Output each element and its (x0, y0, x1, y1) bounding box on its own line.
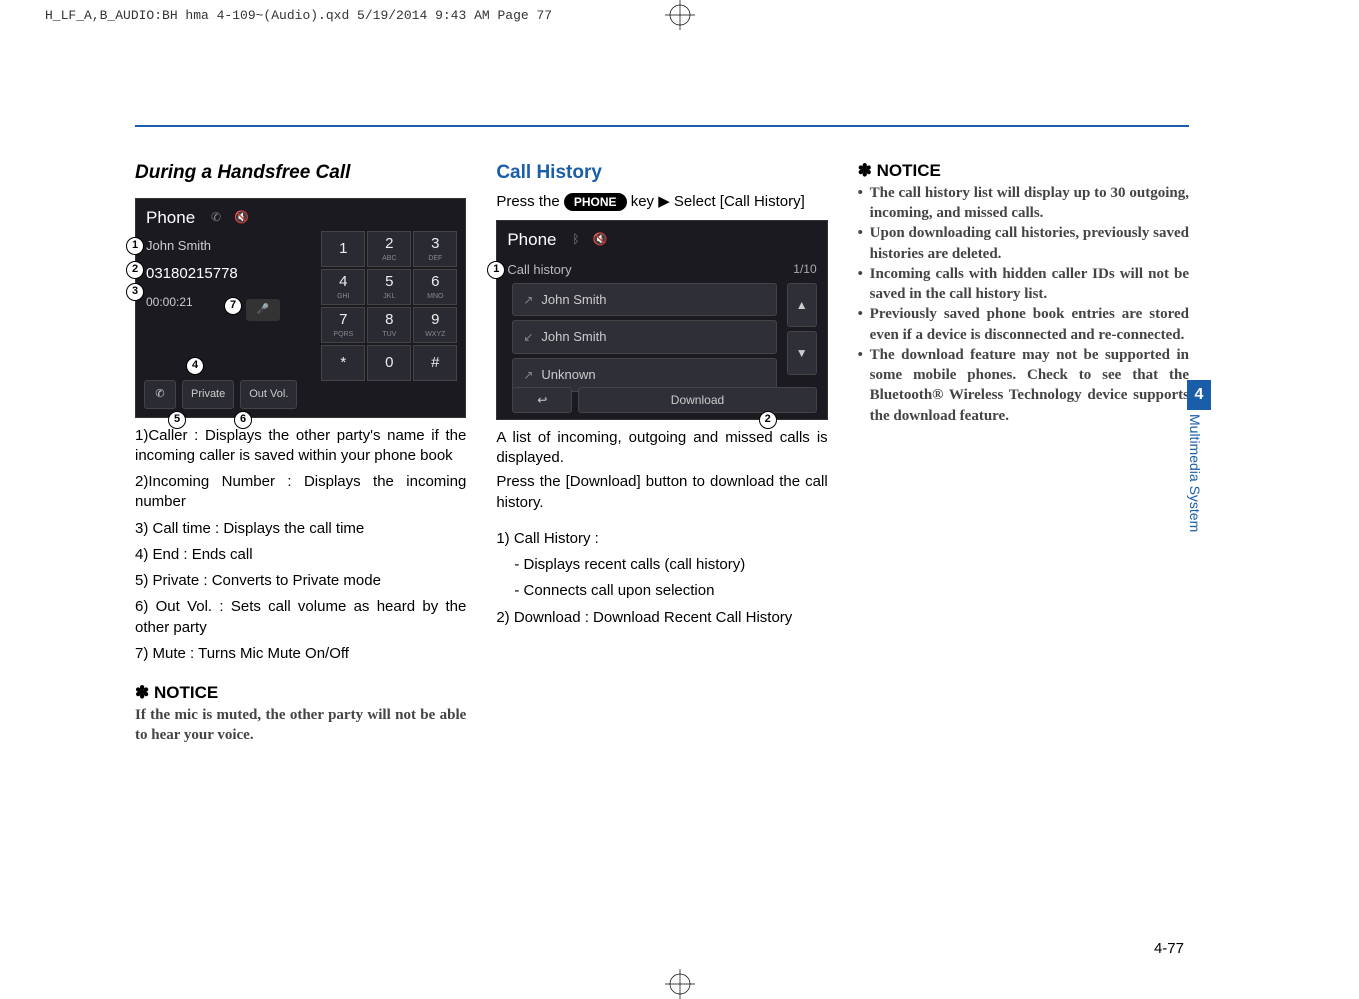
notice-bullet: • Previously saved phone book entries ar… (858, 304, 1189, 345)
call-history-list: ↗John Smith ↙John Smith ↗Unknown (512, 283, 776, 396)
notice-bullet: •The call history list will display up t… (858, 183, 1189, 224)
callout-ch-1: 1 (487, 261, 505, 279)
notice-bullet: •Incoming calls with hidden caller IDs w… (858, 264, 1189, 305)
call-direction-icon: ↗ (523, 367, 533, 383)
phone-icons-row: ✆ 🔇 (211, 209, 249, 225)
key-star: * (321, 345, 365, 381)
call-history-heading: Call History (496, 160, 827, 186)
call-history-count: 1/10 (793, 261, 816, 277)
item-mute: 7) Mute : Turns Mic Mute On/Off (135, 644, 466, 664)
notice-body-1: If the mic is muted, the other party wil… (135, 705, 466, 746)
call-direction-icon: ↙ (523, 329, 533, 345)
callout-7: 7 (224, 297, 242, 315)
p-list-displayed: A list of incoming, outgoing and missed … (496, 428, 827, 469)
handsfree-heading: During a Handsfree Call (135, 160, 466, 186)
item-private: 5) Private : Converts to Private mode (135, 571, 466, 591)
ch-item-1a: - Displays recent calls (call history) (496, 555, 827, 575)
ch-item-1: 1) Call History : (496, 529, 827, 549)
mute-icon-2: 🔇 (593, 232, 608, 246)
column-3: NOTICE •The call history list will displ… (858, 160, 1189, 746)
callout-1: 1 (126, 237, 144, 255)
key-7: 7PQRS (321, 307, 365, 343)
back-button: ↩ (512, 387, 572, 413)
key-3: 3DEF (413, 231, 457, 267)
intro-pre: Press the (496, 193, 564, 210)
key-0: 0 (367, 345, 411, 381)
key-1: 1 (321, 231, 365, 267)
registration-mark-top-icon (665, 0, 695, 30)
key-2: 2ABC (367, 231, 411, 267)
section-tab: 4 Multimedia System (1187, 380, 1211, 580)
print-header: H_LF_A,B_AUDIO:BH hma 4-109~(Audio).qxd … (45, 8, 552, 23)
call-history-intro: Press the PHONE key ▶ Select [Call Histo… (496, 192, 827, 212)
call-history-row: ↙John Smith (512, 320, 776, 354)
phone-key-badge: PHONE (564, 193, 627, 211)
scroll-up-icon: ▲ (787, 283, 817, 327)
section-tab-number: 4 (1187, 380, 1211, 410)
incoming-number-label: 03180215778 (146, 264, 238, 284)
ch-item-2: 2) Download : Download Recent Call Histo… (496, 608, 827, 628)
key-6: 6MNO (413, 269, 457, 305)
caller-name-label: John Smith (146, 237, 238, 255)
column-1: During a Handsfree Call Phone ✆ 🔇 John S… (135, 160, 466, 746)
call-history-row: ↗John Smith (512, 283, 776, 317)
phone-title-label-2: Phone (507, 229, 556, 252)
phone-title-label: Phone (146, 207, 195, 230)
p-press-download: Press the [Download] button to download … (496, 472, 827, 513)
callout-2: 2 (126, 261, 144, 279)
item-end: 4) End : Ends call (135, 545, 466, 565)
notice-heading-2: NOTICE (858, 160, 1189, 183)
callout-3: 3 (126, 283, 144, 301)
mute-icon: 🔇 (234, 210, 249, 224)
out-vol-button: Out Vol. (240, 380, 297, 409)
phone-icons-row-2: ᛒ 🔇 (572, 231, 608, 247)
page-number: 4-77 (1154, 940, 1184, 957)
notice-bullet: •Upon downloading call histories, previo… (858, 223, 1189, 264)
callout-6: 6 (234, 411, 252, 429)
top-rule (135, 125, 1189, 127)
phone-handset-icon: ✆ (211, 210, 221, 224)
private-button: Private (182, 380, 234, 409)
page-content: During a Handsfree Call Phone ✆ 🔇 John S… (135, 160, 1189, 746)
intro-post: key ▶ Select [Call History] (631, 193, 805, 210)
notice-bullet: •The download feature may not be support… (858, 345, 1189, 426)
call-history-screenshot: Phone ᛒ 🔇 Call history 1/10 ↗John Smith … (496, 220, 827, 420)
callout-ch-2: 2 (759, 411, 777, 429)
scroll-down-icon: ▼ (787, 331, 817, 375)
column-2: Call History Press the PHONE key ▶ Selec… (496, 160, 827, 746)
item-out-vol: 6) Out Vol. : Sets call volume as heard … (135, 597, 466, 638)
notice-heading-1: NOTICE (135, 682, 466, 705)
key-hash: # (413, 345, 457, 381)
callout-5: 5 (168, 411, 186, 429)
handsfree-call-screenshot: Phone ✆ 🔇 John Smith 03180215778 00:00:2… (135, 198, 466, 418)
key-8: 8TUV (367, 307, 411, 343)
ch-item-1b: - Connects call upon selection (496, 581, 827, 601)
item-incoming-number: 2)Incoming Number : Displays the incomin… (135, 472, 466, 513)
key-4: 4GHI (321, 269, 365, 305)
item-caller: 1)Caller : Displays the other party's na… (135, 426, 466, 467)
call-history-subtitle: Call history (507, 261, 571, 279)
key-5: 5JKL (367, 269, 411, 305)
mute-toggle-icon: 🎤 (246, 299, 280, 321)
call-direction-icon: ↗ (523, 292, 533, 308)
registration-mark-bottom-icon (665, 969, 695, 999)
download-button: Download (578, 387, 816, 413)
keypad: 1 2ABC 3DEF 4GHI 5JKL 6MNO 7PQRS 8TUV 9W… (321, 231, 457, 381)
end-call-button: ✆ (144, 380, 176, 409)
key-9: 9WXYZ (413, 307, 457, 343)
section-tab-label: Multimedia System (1187, 414, 1203, 584)
bluetooth-icon: ᛒ (572, 232, 579, 246)
callout-4: 4 (186, 357, 204, 375)
item-call-time: 3) Call time : Displays the call time (135, 519, 466, 539)
